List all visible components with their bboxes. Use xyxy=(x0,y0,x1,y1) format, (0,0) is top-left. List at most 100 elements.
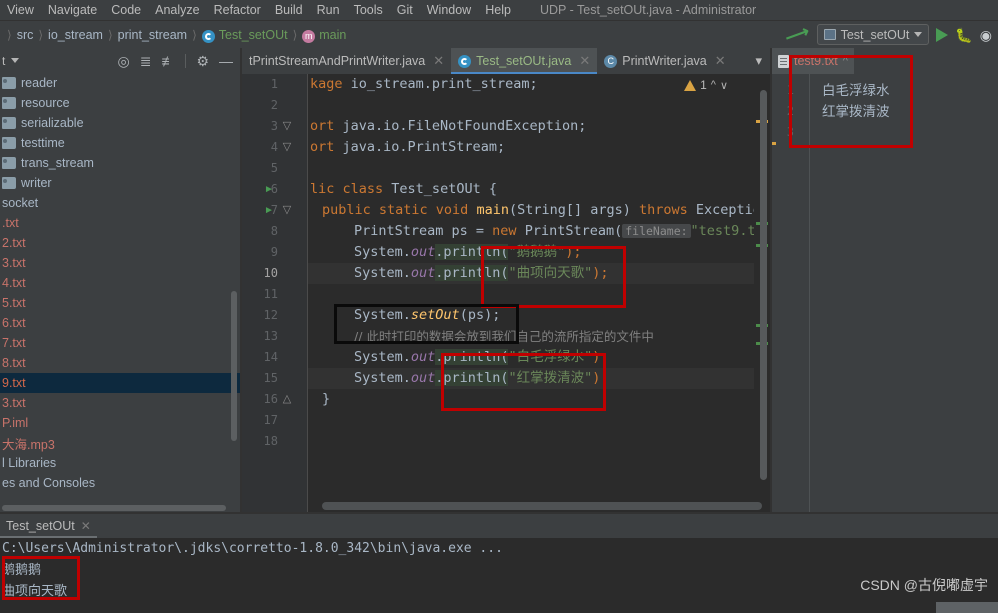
run-configuration-selector[interactable]: Test_setOUt xyxy=(816,24,930,45)
tree-vertical-scrollbar[interactable] xyxy=(231,291,237,441)
method-icon xyxy=(302,30,316,43)
prev-problem-icon[interactable]: ^ xyxy=(711,79,716,91)
editor-tab-printstream-printwriter[interactable]: tPrintStreamAndPrintWriter.java ✕ xyxy=(242,48,451,74)
tree-item-txt-4[interactable]: 4.txt xyxy=(0,273,240,293)
navigation-bar: ⟩ src ⟩ io_stream ⟩ print_stream ⟩ Test_… xyxy=(0,21,998,48)
tree-item-trans-stream[interactable]: trans_stream xyxy=(0,153,240,173)
tree-item-txt-9-selected[interactable]: 9.txt xyxy=(0,373,240,393)
tree-item-label: es and Consoles xyxy=(2,476,96,490)
editor-code-area[interactable]: kage io_stream.print_stream; ort java.io… xyxy=(308,74,770,512)
breadcrumb-item-src[interactable]: src xyxy=(17,28,34,42)
editor-marker-bar[interactable] xyxy=(754,74,770,512)
fold-icon[interactable]: ▽ xyxy=(280,200,294,221)
run-button[interactable] xyxy=(936,27,949,42)
tree-item-iml[interactable]: P.iml xyxy=(0,413,240,433)
expand-all-icon[interactable]: ≣ xyxy=(140,54,152,68)
menu-item-window[interactable]: Window xyxy=(420,0,478,21)
tree-item-resource[interactable]: resource xyxy=(0,93,240,113)
tree-item-txt-13[interactable]: 3.txt xyxy=(0,393,240,413)
tree-item-testtime[interactable]: testtime xyxy=(0,133,240,153)
tree-item-txt-2[interactable]: 2.txt xyxy=(0,233,240,253)
menu-label: Tools xyxy=(353,2,383,17)
tree-item-txt-7[interactable]: 7.txt xyxy=(0,333,240,353)
menu-item-tools[interactable]: Tools xyxy=(347,0,390,21)
minimize-icon[interactable]: — xyxy=(219,54,233,68)
next-problem-icon[interactable]: ∨ xyxy=(720,79,728,92)
tree-item-txt-5[interactable]: 5.txt xyxy=(0,293,240,313)
menu-item-refactor[interactable]: Refactor xyxy=(207,0,268,21)
tree-item-writer[interactable]: writer xyxy=(0,173,240,193)
resize-corner[interactable] xyxy=(936,602,998,613)
run-console[interactable]: C:\Users\Administrator\.jdks\corretto-1.… xyxy=(0,538,998,613)
scrollbar-thumb[interactable] xyxy=(2,505,226,511)
run-coverage-button[interactable]: ◉ xyxy=(980,28,992,42)
code-token: io_stream.print_stream; xyxy=(342,76,538,92)
tree-item-label: testtime xyxy=(21,136,65,150)
tree-item-scratches-consoles[interactable]: es and Consoles xyxy=(0,473,240,493)
editor-tab-test-setout[interactable]: Test_setOUt.java ✕ xyxy=(451,48,598,74)
divider xyxy=(185,53,187,68)
inspection-widget[interactable]: 1 ^ ∨ xyxy=(684,78,728,92)
collapse-all-icon[interactable]: ≢ xyxy=(161,54,175,68)
menu-item-build[interactable]: Build xyxy=(268,0,310,21)
breadcrumb-item-method[interactable]: main xyxy=(319,28,346,42)
line-number: 5 xyxy=(270,161,278,175)
tree-item-reader[interactable]: reader xyxy=(0,73,240,93)
close-icon[interactable]: ✕ xyxy=(715,53,726,69)
fold-icon[interactable]: ▽ xyxy=(280,137,294,158)
editor-vertical-scrollbar[interactable] xyxy=(760,90,767,480)
menu-item-code[interactable]: Code xyxy=(104,0,148,21)
run-class-gutter-icon[interactable]: ► xyxy=(264,179,276,200)
menu-item-help[interactable]: Help xyxy=(478,0,518,21)
editor-fold-strip[interactable] xyxy=(298,74,308,512)
editor-gutter[interactable]: 1 2 3 4 5 6 7 8 9 10 11 12 13 14 15 16 1… xyxy=(242,74,298,512)
chevron-up-icon[interactable]: ^ xyxy=(843,55,848,67)
breadcrumb-item-class[interactable]: Test_setOUt xyxy=(219,28,288,42)
preview-body[interactable]: 1 2 3 白毛浮绿水 红掌拨清波 xyxy=(772,74,998,512)
tree-item-mp3[interactable]: 大海.mp3 xyxy=(0,433,240,453)
menu-item-run[interactable]: Run xyxy=(310,0,347,21)
breadcrumb-item-print-stream[interactable]: print_stream xyxy=(118,28,187,42)
tree-item-external-libraries[interactable]: l Libraries xyxy=(0,453,240,473)
tree-item-txt-8[interactable]: 8.txt xyxy=(0,353,240,373)
project-tree[interactable]: reader resource serializable testtime tr… xyxy=(0,73,240,512)
menu-item-view[interactable]: View xyxy=(0,0,41,21)
tree-horizontal-scrollbar[interactable] xyxy=(0,503,240,512)
fold-end-icon[interactable]: △ xyxy=(280,389,294,410)
code-editor[interactable]: 1 2 3 4 5 6 7 8 9 10 11 12 13 14 15 16 1… xyxy=(242,74,770,512)
build-arrow-icon[interactable]: ⟶ xyxy=(783,21,812,47)
gear-icon[interactable]: ⚙ xyxy=(196,54,209,68)
line-number: 1 xyxy=(270,77,278,91)
tab-list-chevron-icon[interactable]: ▾ xyxy=(747,48,770,74)
fold-icon[interactable]: ▽ xyxy=(280,116,294,137)
debug-button[interactable]: 🐛 xyxy=(955,28,972,42)
console-line-output-1: 鹅鹅鹅 xyxy=(2,563,42,578)
ide-window: View Navigate Code Analyze Refactor Buil… xyxy=(0,0,998,613)
locate-target-icon[interactable]: ◎ xyxy=(117,54,129,68)
project-scope-selector[interactable]: t xyxy=(0,54,20,68)
tree-item-serializable[interactable]: serializable xyxy=(0,113,240,133)
run-config-label: Test_setOUt xyxy=(840,27,910,42)
run-tab-test-setout[interactable]: Test_setOUt ✕ xyxy=(0,514,97,538)
breadcrumb-item-io-stream[interactable]: io_stream xyxy=(48,28,103,42)
tree-item-txt-1[interactable]: .txt xyxy=(0,213,240,233)
menu-item-navigate[interactable]: Navigate xyxy=(41,0,104,21)
run-method-gutter-icon[interactable]: ► xyxy=(264,200,276,221)
class-icon xyxy=(458,54,472,68)
close-icon[interactable]: ✕ xyxy=(81,519,91,533)
folder-icon xyxy=(2,97,16,109)
breadcrumb-sep: ⟩ xyxy=(107,27,113,42)
menu-item-git[interactable]: Git xyxy=(390,0,420,21)
preview-tab-test9-txt[interactable]: test9.txt ^ xyxy=(772,48,854,74)
tree-item-txt-3[interactable]: 3.txt xyxy=(0,253,240,273)
editor-horizontal-scrollbar[interactable] xyxy=(322,502,762,510)
keyword-token: new xyxy=(492,223,525,239)
menu-item-analyze[interactable]: Analyze xyxy=(148,0,206,21)
tree-item-socket[interactable]: socket xyxy=(0,193,240,213)
code-token: System. xyxy=(354,265,411,281)
code-token: ); xyxy=(565,244,582,260)
tree-item-txt-6[interactable]: 6.txt xyxy=(0,313,240,333)
close-icon[interactable]: ✕ xyxy=(433,53,444,69)
editor-tab-printwriter[interactable]: PrintWriter.java ✕ xyxy=(597,48,732,74)
close-icon[interactable]: ✕ xyxy=(579,53,590,69)
